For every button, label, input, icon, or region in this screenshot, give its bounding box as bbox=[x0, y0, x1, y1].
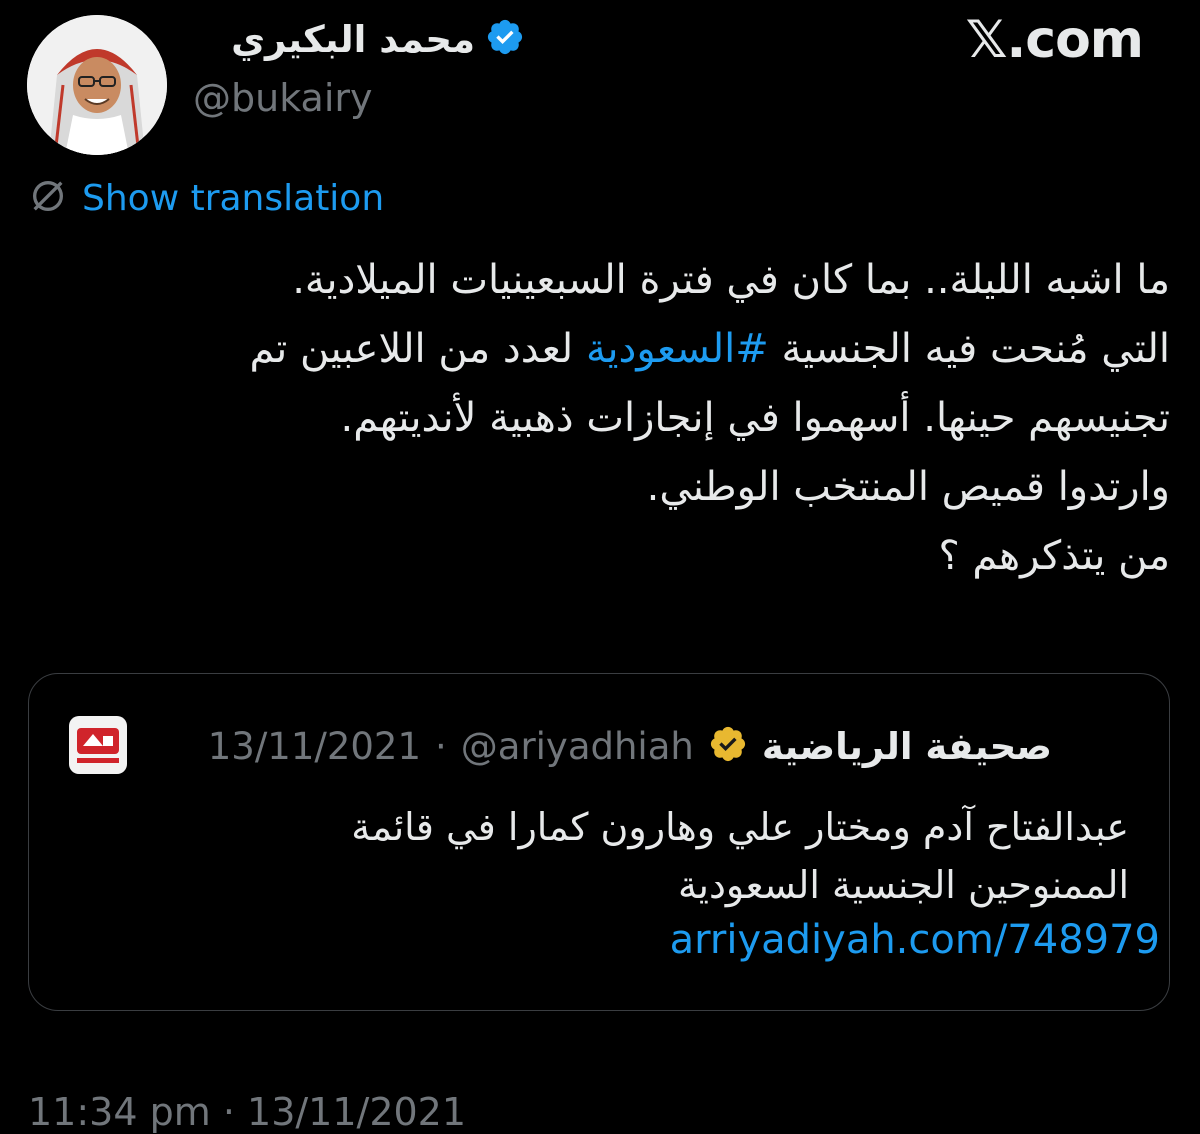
tweet-timestamp[interactable]: 11:34 pm · 13/11/2021 bbox=[28, 1090, 466, 1134]
globe-icon bbox=[28, 176, 68, 220]
quoted-avatar[interactable] bbox=[69, 716, 127, 774]
tweet-line: ما اشبه الليلة.. بما كان في فترة السبعين… bbox=[292, 257, 1170, 303]
gold-check-badge-icon bbox=[708, 724, 748, 768]
tweet-text-segment: التي مُنحت فيه الجنسية bbox=[768, 326, 1171, 372]
timestamp-separator: · bbox=[222, 1090, 235, 1134]
tweet-line: التي مُنحت فيه الجنسية #السعودية لعدد من… bbox=[20, 315, 1170, 384]
tweet-text-segment: لعدد من اللاعبين تم bbox=[249, 326, 586, 372]
author-avatar[interactable] bbox=[27, 15, 167, 155]
quoted-link[interactable]: arriyadiyah.com/748979 bbox=[670, 917, 1160, 963]
author-name[interactable]: محمد البكيري bbox=[231, 18, 475, 61]
author-handle[interactable]: @bukairy bbox=[193, 76, 373, 120]
tweet-line: من يتذكرهم ؟ bbox=[938, 533, 1170, 579]
tweet-time: 11:34 pm bbox=[28, 1090, 211, 1134]
tweet-date: 13/11/2021 bbox=[247, 1090, 467, 1134]
tweet-line: وارتدوا قميص المنتخب الوطني. bbox=[646, 464, 1170, 510]
author-name-row[interactable]: محمد البكيري bbox=[231, 14, 525, 64]
quoted-header: 13/11/2021 · @ariyadhiah صحيفة الرياضية bbox=[208, 718, 1052, 774]
show-translation-label[interactable]: Show translation bbox=[82, 178, 384, 219]
quoted-text: عبدالفتاح آدم ومختار علي وهارون كمارا في… bbox=[129, 798, 1129, 914]
tweet-line: تجنيسهم حينها. أسهموا في إنجازات ذهبية ل… bbox=[340, 395, 1170, 441]
quoted-handle[interactable]: @ariyadhiah bbox=[461, 725, 694, 768]
quoted-line: الممنوحين الجنسية السعودية bbox=[678, 863, 1129, 907]
site-label: 𝕏.com bbox=[965, 10, 1144, 70]
hashtag-link[interactable]: #السعودية bbox=[586, 326, 769, 372]
tweet-text: ما اشبه الليلة.. بما كان في فترة السبعين… bbox=[20, 246, 1170, 591]
quoted-date: 13/11/2021 bbox=[207, 724, 421, 768]
verified-badge-icon bbox=[485, 17, 525, 61]
quoted-name[interactable]: صحيفة الرياضية bbox=[762, 725, 1052, 768]
quoted-line: عبدالفتاح آدم ومختار علي وهارون كمارا في… bbox=[351, 805, 1129, 849]
show-translation-button[interactable]: Show translation bbox=[28, 176, 384, 220]
quoted-separator: · bbox=[435, 724, 447, 768]
avatar-image bbox=[27, 15, 167, 155]
